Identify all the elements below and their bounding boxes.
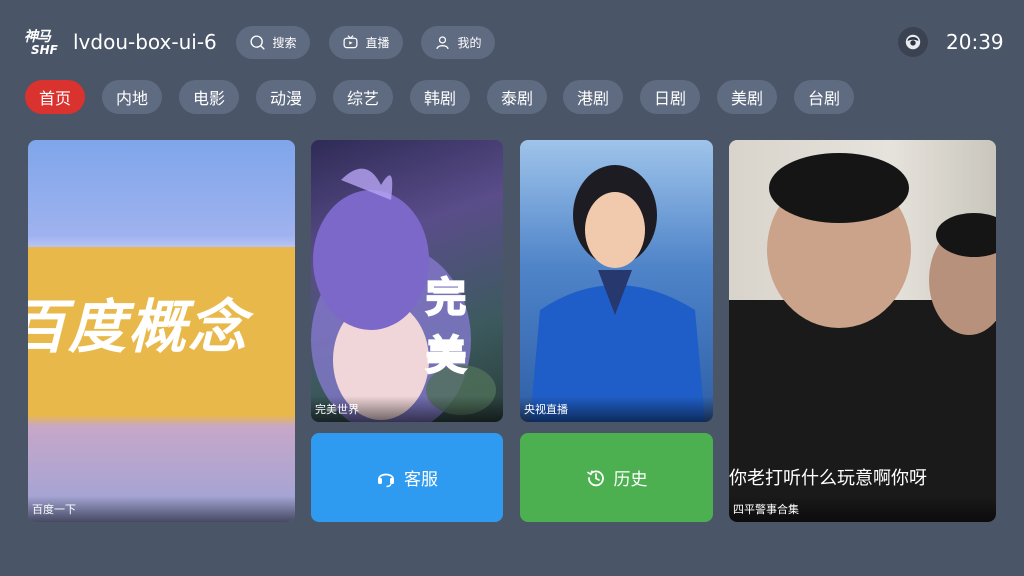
card-caption: 完美世界 [311, 396, 503, 422]
history-label: 历史 [613, 470, 648, 490]
card-cctv-live[interactable]: 央视直播 [520, 140, 713, 422]
tab-variety[interactable]: 综艺 [333, 80, 393, 114]
clock: 20:39 [946, 30, 1004, 54]
tab-tw-drama[interactable]: 台剧 [794, 80, 854, 114]
history-button[interactable]: 历史 [520, 433, 713, 522]
live-button[interactable]: 直播 [329, 26, 403, 59]
tab-mainland[interactable]: 内地 [102, 80, 162, 114]
live-label: 直播 [365, 36, 390, 50]
anchor-illustration [530, 165, 705, 422]
logo-line2: SHF [31, 43, 58, 57]
poster-text: 百度概念 [28, 293, 249, 361]
tv-icon [343, 35, 358, 49]
card-caption: 四平警事合集 [729, 496, 996, 522]
user-icon [436, 36, 450, 50]
tab-home[interactable]: 首页 [25, 80, 85, 114]
tab-japanese-drama[interactable]: 日剧 [640, 80, 700, 114]
mine-button[interactable]: 我的 [421, 26, 495, 59]
search-icon [250, 35, 266, 50]
history-icon [586, 469, 604, 486]
tab-thai-drama[interactable]: 泰剧 [487, 80, 547, 114]
poster-text: 完美 [425, 274, 467, 380]
tab-hk-drama[interactable]: 港剧 [563, 80, 623, 114]
app-logo: 神马 SHF [24, 26, 62, 60]
headset-icon [378, 473, 394, 487]
tab-us-drama[interactable]: 美剧 [717, 80, 777, 114]
tab-anime[interactable]: 动漫 [256, 80, 316, 114]
search-label: 搜索 [272, 36, 297, 50]
video-subtitle: 你老打听什么玩意啊你呀 [729, 468, 927, 489]
tab-movie[interactable]: 电影 [179, 80, 239, 114]
mine-label: 我的 [457, 36, 482, 50]
customer-service-button[interactable]: 客服 [311, 433, 503, 522]
avatar[interactable] [898, 27, 928, 57]
tab-korean-drama[interactable]: 韩剧 [410, 80, 470, 114]
search-button[interactable]: 搜索 [236, 26, 310, 59]
card-caption: 百度一下 [28, 496, 295, 522]
customer-service-label: 客服 [404, 470, 438, 490]
card-siping[interactable]: 你老打听什么玩意啊你呀 四平警事合集 [729, 140, 996, 522]
app-title: lvdou-box-ui-6 [73, 30, 217, 54]
card-wanmei[interactable]: 完美 完美世界 [311, 140, 503, 422]
card-caption: 央视直播 [520, 396, 713, 422]
card-baidu[interactable]: 百度概念 百度一下 [28, 140, 295, 522]
user-avatar-icon [905, 34, 921, 50]
